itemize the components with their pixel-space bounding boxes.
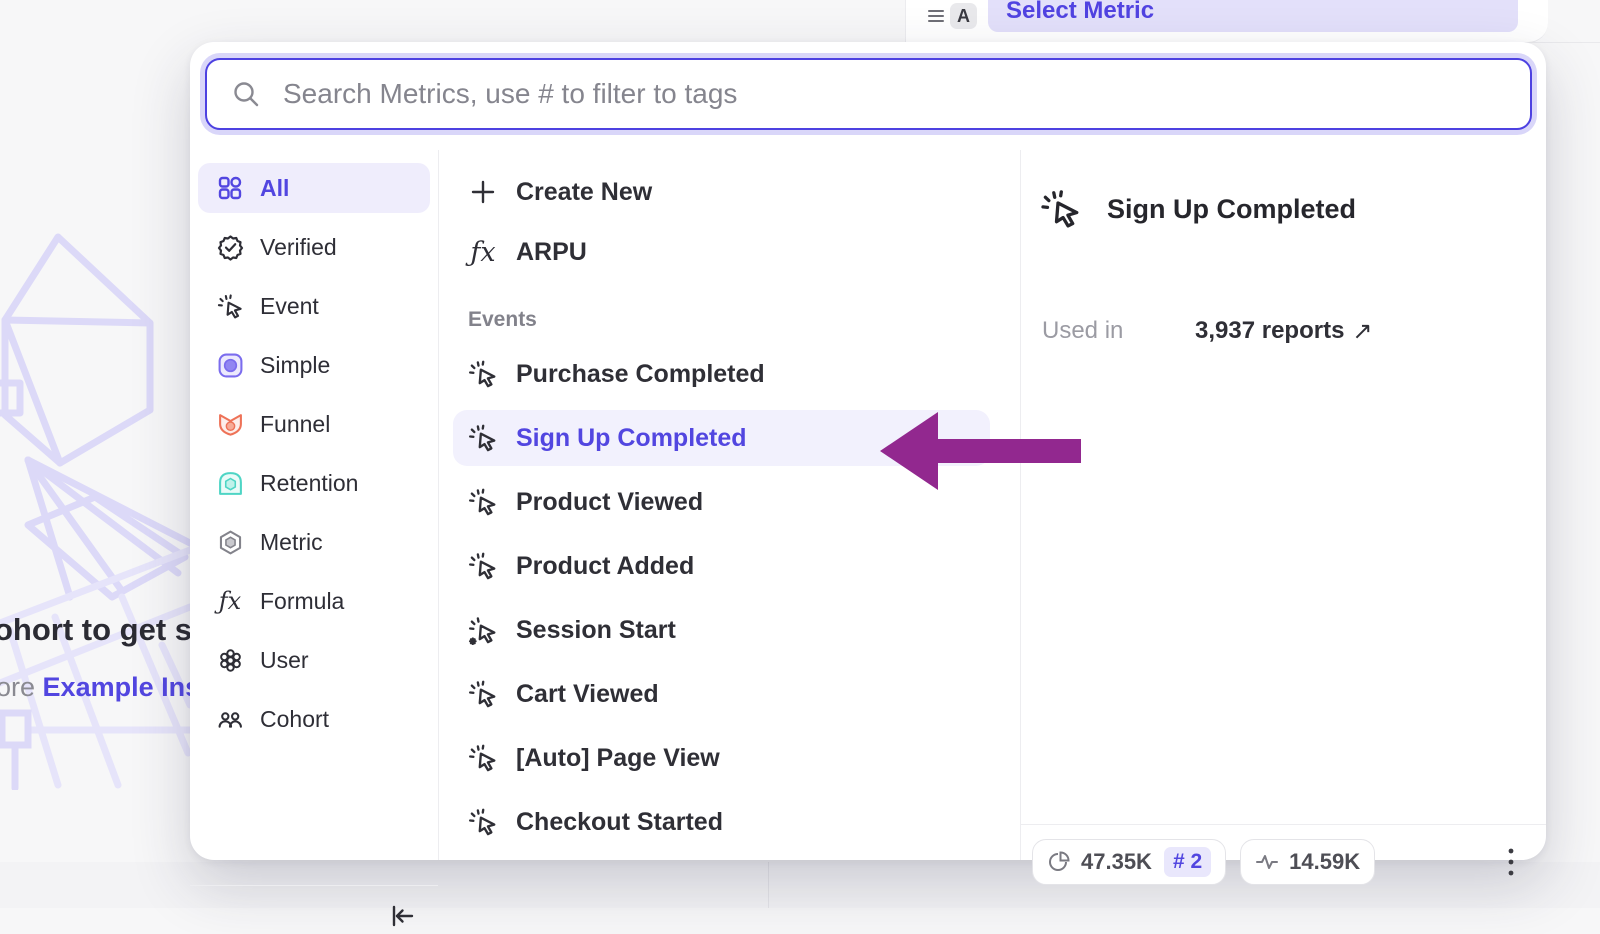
detail-footer-divider bbox=[1020, 824, 1546, 825]
list-item-session-start[interactable]: Session Start bbox=[453, 602, 990, 658]
list-item-checkout-started[interactable]: Checkout Started bbox=[453, 794, 990, 850]
list-item-purchase-completed[interactable]: Purchase Completed bbox=[453, 346, 990, 402]
list-item-product-viewed[interactable]: Product Viewed bbox=[453, 474, 990, 530]
list-item-arpu[interactable]: ƒx ARPU bbox=[438, 226, 1020, 278]
arpu-label: ARPU bbox=[516, 238, 587, 267]
background-headline-fragment: ohort to get s bbox=[0, 612, 192, 648]
event-icon bbox=[468, 359, 498, 389]
metric-hexagon-icon bbox=[216, 528, 244, 556]
event-icon bbox=[468, 807, 498, 837]
list-item-auto-page-view[interactable]: [Auto] Page View bbox=[453, 730, 990, 786]
simple-metric-icon bbox=[216, 351, 244, 379]
sidebar-item-simple[interactable]: Simple bbox=[198, 340, 430, 390]
sidebar-item-all[interactable]: All bbox=[198, 163, 430, 213]
sidebar-item-label: All bbox=[260, 175, 289, 202]
sidebar-item-label: Formula bbox=[260, 588, 344, 615]
search-icon bbox=[231, 79, 261, 109]
sidebar-item-label: Funnel bbox=[260, 411, 330, 438]
search-input[interactable] bbox=[281, 77, 1530, 111]
rank-badge: # 2 bbox=[1164, 847, 1211, 877]
event-icon bbox=[468, 743, 498, 773]
kebab-icon bbox=[1507, 846, 1515, 878]
sidebar-item-formula[interactable]: ƒx Formula bbox=[198, 576, 430, 626]
sidebar-footer-divider bbox=[190, 885, 438, 886]
plus-icon bbox=[468, 177, 498, 207]
events-section-header: Events bbox=[438, 278, 1020, 338]
used-in-reports-link[interactable]: 3,937 reports bbox=[1195, 317, 1344, 346]
search-box[interactable] bbox=[205, 58, 1532, 130]
event-icon bbox=[216, 292, 244, 320]
sidebar-item-user[interactable]: User bbox=[198, 635, 430, 685]
funnel-icon bbox=[216, 410, 244, 438]
select-metric-label: Select Metric bbox=[1006, 0, 1154, 25]
external-arrow-icon: ↗ bbox=[1352, 317, 1372, 346]
retention-icon bbox=[216, 469, 244, 497]
collapse-left-icon bbox=[387, 901, 417, 931]
pie-chart-icon bbox=[1047, 850, 1071, 874]
pulse-icon bbox=[1255, 850, 1279, 874]
background-wireframe-illustration bbox=[0, 225, 190, 790]
sidebar-item-label: Metric bbox=[260, 529, 323, 556]
metric-letter-badge: A bbox=[950, 3, 977, 29]
sidebar-item-cohort[interactable]: Cohort bbox=[198, 694, 430, 744]
metric-row-card: A Select Metric bbox=[905, 0, 1548, 43]
sidebar-item-label: User bbox=[260, 647, 309, 674]
sidebar-item-label: Verified bbox=[260, 234, 337, 261]
sidebar-item-verified[interactable]: Verified bbox=[198, 222, 430, 272]
create-new-label: Create New bbox=[516, 178, 652, 207]
event-icon bbox=[468, 487, 498, 517]
sidebar-item-label: Simple bbox=[260, 352, 330, 379]
event-star-icon bbox=[468, 615, 498, 645]
event-icon bbox=[468, 679, 498, 709]
list-item-product-added[interactable]: Product Added bbox=[453, 538, 990, 594]
used-in-label: Used in bbox=[1042, 317, 1195, 346]
sidebar-item-label: Cohort bbox=[260, 706, 329, 733]
category-sidebar: All Verified Event bbox=[190, 150, 438, 860]
metric-detail-panel: Sign Up Completed Used in 3,937 reports … bbox=[1020, 150, 1546, 860]
create-new-button[interactable]: Create New bbox=[438, 166, 1020, 218]
list-item-cart-viewed[interactable]: Cart Viewed bbox=[453, 666, 990, 722]
sidebar-item-label: Event bbox=[260, 293, 319, 320]
sidebar-item-event[interactable]: Event bbox=[198, 281, 430, 331]
total-count-pill[interactable]: 47.35K # 2 bbox=[1032, 839, 1226, 885]
sidebar-item-funnel[interactable]: Funnel bbox=[198, 399, 430, 449]
event-icon bbox=[468, 423, 498, 453]
sidebar-item-retention[interactable]: Retention bbox=[198, 458, 430, 508]
metric-picker-dialog: All Verified Event bbox=[190, 42, 1546, 860]
more-options-button[interactable] bbox=[1496, 844, 1526, 880]
search-focus-ring bbox=[200, 53, 1537, 135]
detail-title: Sign Up Completed bbox=[1107, 194, 1356, 225]
sidebar-item-metric[interactable]: Metric bbox=[198, 517, 430, 567]
background-panel-border bbox=[768, 862, 769, 908]
activity-count-value: 14.59K bbox=[1289, 849, 1360, 875]
grid-icon bbox=[216, 174, 244, 202]
verified-badge-icon bbox=[216, 233, 244, 261]
metric-list: Create New ƒx ARPU Events Purchase Compl… bbox=[438, 150, 1020, 860]
total-count-value: 47.35K bbox=[1081, 849, 1152, 875]
cohort-people-icon bbox=[216, 705, 244, 733]
formula-fx-icon: ƒx bbox=[216, 587, 244, 615]
drag-handle-icon[interactable] bbox=[928, 10, 944, 22]
example-insights-link[interactable]: Example Ins bbox=[43, 672, 201, 702]
background-link-prefix: ore bbox=[0, 672, 35, 702]
formula-fx-icon: ƒx bbox=[468, 237, 498, 267]
event-icon bbox=[468, 551, 498, 581]
collapse-sidebar-button[interactable] bbox=[382, 898, 422, 934]
event-icon bbox=[1040, 188, 1082, 230]
sidebar-item-label: Retention bbox=[260, 470, 358, 497]
background-link-line: ore Example Ins bbox=[0, 672, 200, 703]
activity-count-pill[interactable]: 14.59K bbox=[1240, 839, 1375, 885]
user-cluster-icon bbox=[216, 646, 244, 674]
select-metric-field[interactable]: Select Metric bbox=[988, 0, 1518, 32]
list-item-sign-up-completed[interactable]: Sign Up Completed bbox=[453, 410, 990, 466]
